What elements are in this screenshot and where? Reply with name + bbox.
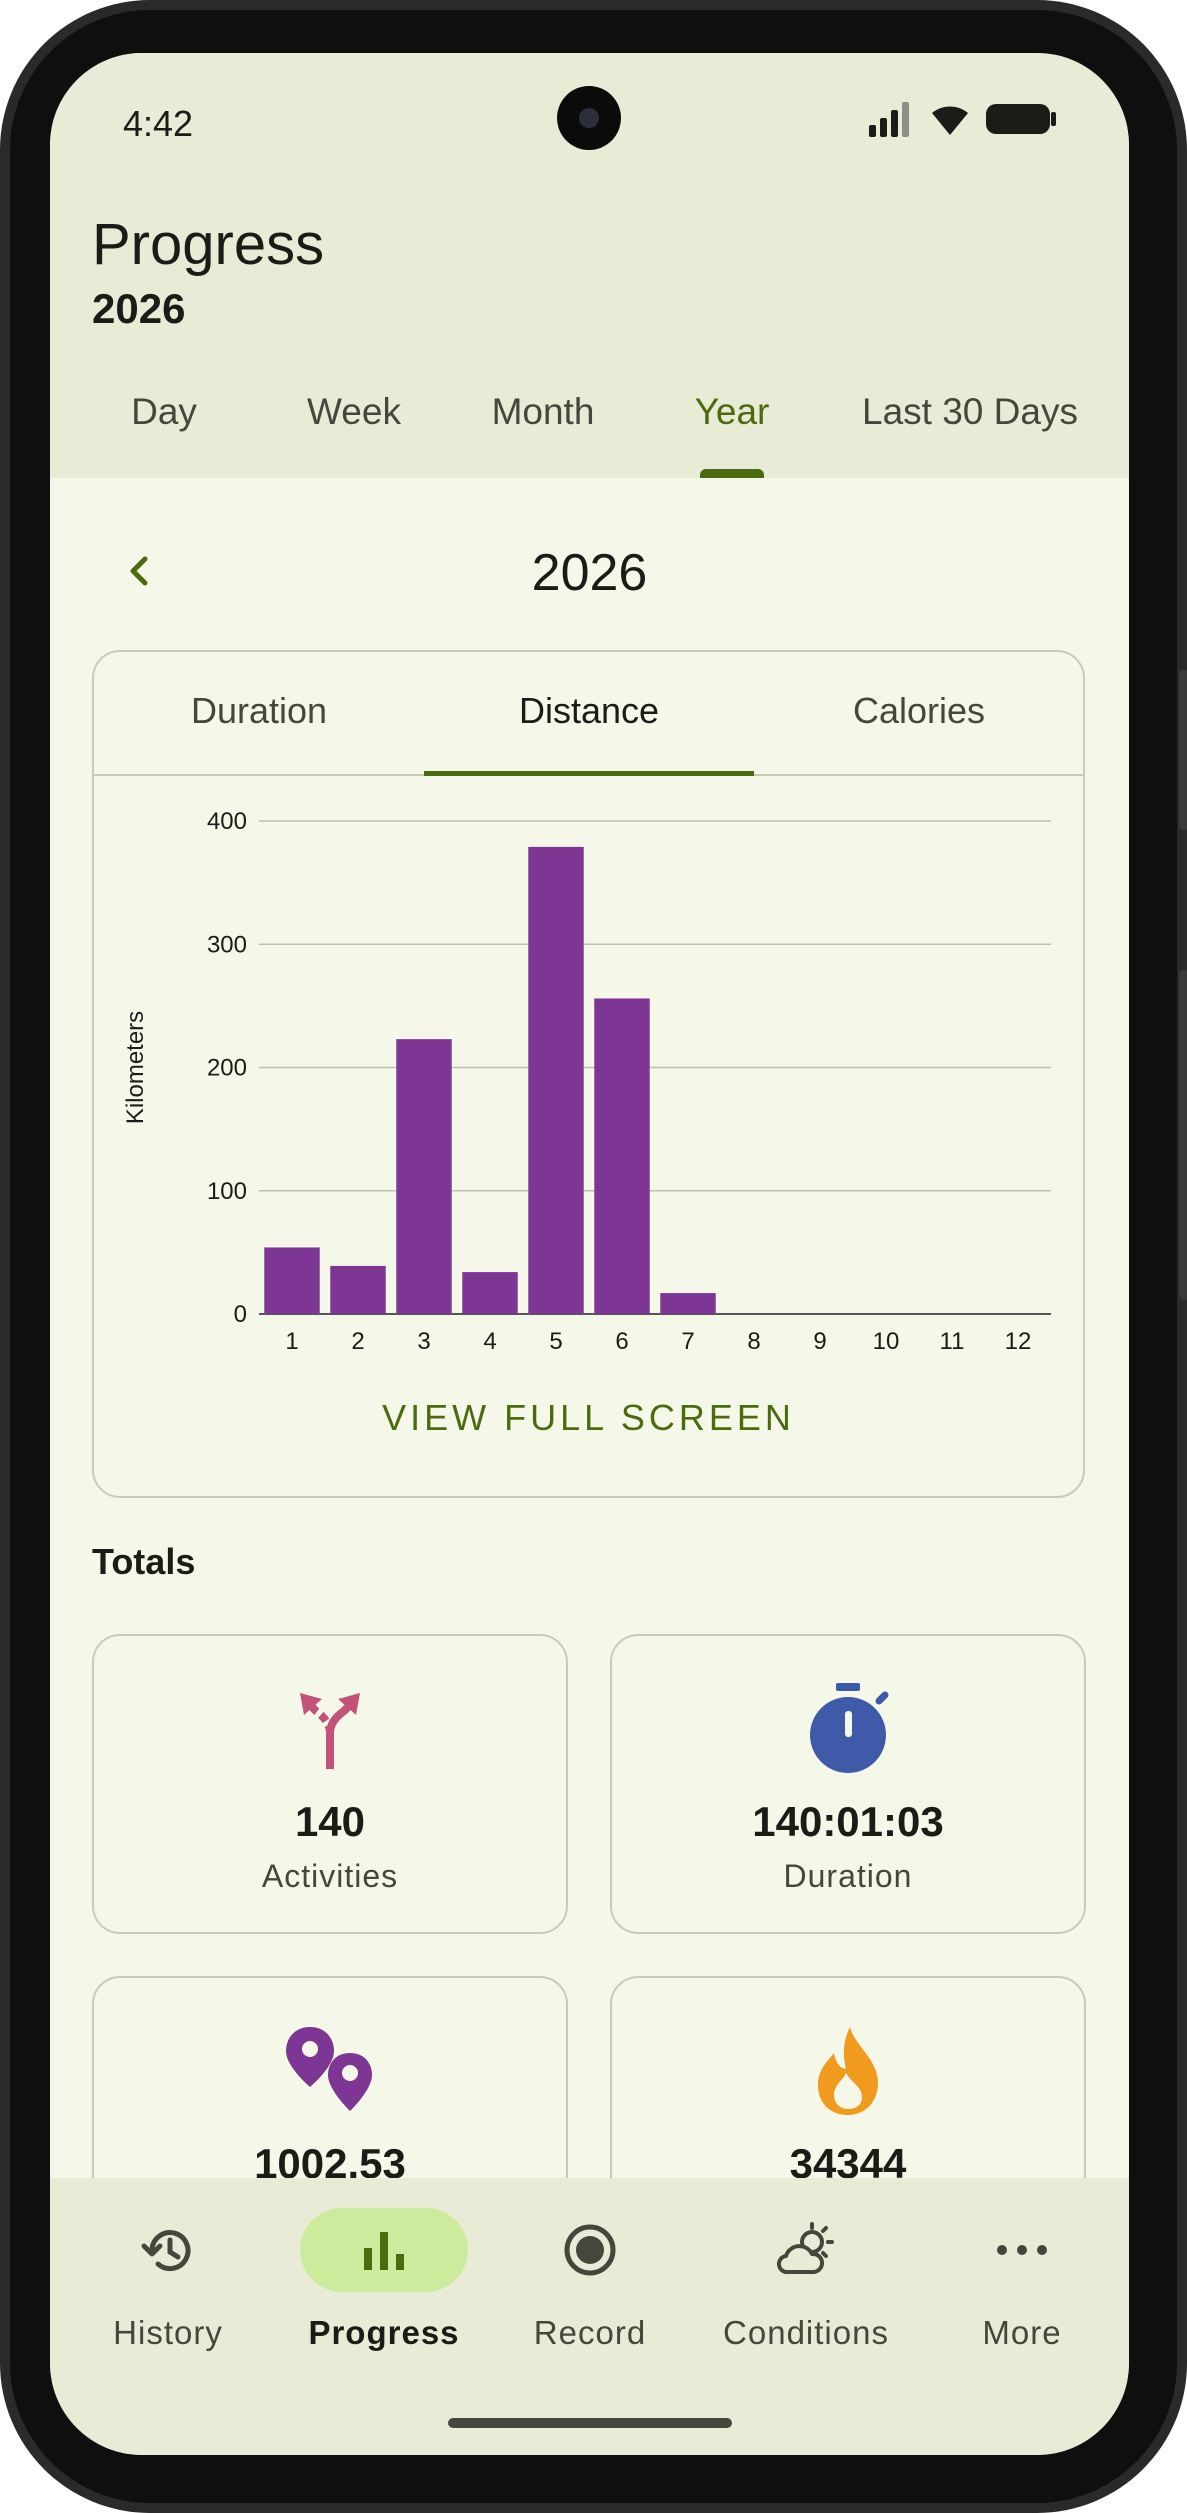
y-tick-label: 200	[207, 1055, 247, 1082]
total-value: 140	[294, 1798, 366, 1845]
bar	[528, 846, 584, 1314]
tab-month[interactable]: Month	[443, 383, 643, 478]
bar	[594, 998, 650, 1314]
total-card-activities: 140 Activities	[92, 1634, 568, 1934]
tab-label: Calories	[852, 690, 986, 731]
tab-label: Day	[131, 391, 197, 432]
bar	[660, 1293, 716, 1314]
nav-label: More	[982, 2314, 1062, 2351]
selected-year: 2026	[531, 544, 648, 602]
bar	[330, 1265, 386, 1314]
power-button	[1179, 970, 1187, 1300]
distance-bar-chart: 0100200300400Kilometers1 2 3 4 5 6 7 8 9 10 11 12	[122, 808, 1051, 1355]
stopwatch-icon	[810, 1683, 889, 1773]
y-tick-label: 100	[207, 1178, 247, 1205]
status-icons	[867, 101, 1057, 137]
y-tick-label: 0	[234, 1301, 247, 1328]
tab-label: Last 30 Days	[862, 391, 1078, 432]
partly-sunny-icon	[776, 2222, 834, 2275]
nav-label: Record	[533, 2314, 647, 2351]
x-tick-label: 11	[940, 1328, 965, 1355]
nav-record[interactable]: Record	[482, 2208, 698, 2368]
x-tick-label: 3	[417, 1328, 430, 1355]
tab-last-30-days[interactable]: Last 30 Days	[835, 383, 1105, 478]
x-tick-label: 5	[549, 1328, 562, 1355]
home-indicator[interactable]	[448, 2418, 732, 2428]
tab-indicator	[700, 469, 764, 478]
x-tick-label: 7	[681, 1328, 694, 1355]
bar	[264, 1247, 320, 1314]
nav-history[interactable]: History	[60, 2208, 276, 2368]
chart-card: Duration Distance Calories 0 100 200 300 400…	[92, 650, 1085, 1498]
battery-icon	[986, 104, 1056, 134]
nav-label: Conditions	[723, 2314, 889, 2351]
signal-icon	[869, 102, 909, 137]
location-pins-icon	[286, 2027, 372, 2111]
total-label: Duration	[783, 1858, 913, 1894]
tab-year[interactable]: Year	[632, 383, 832, 478]
total-value: 140:01:03	[752, 1798, 944, 1845]
x-tick-label: 4	[483, 1328, 496, 1355]
tab-label: Month	[491, 391, 595, 432]
record-icon	[564, 2224, 616, 2276]
y-tick-label: 400	[207, 808, 247, 835]
history-icon	[141, 2230, 191, 2272]
camera-cutout	[557, 86, 621, 150]
x-tick-label: 9	[813, 1328, 826, 1355]
bar	[396, 1039, 452, 1314]
nav-label: Progress	[308, 2314, 460, 2351]
phone-frame: 4:42 Progress 2026 Day Week Month Year L…	[0, 0, 1187, 2513]
more-dots-icon	[997, 2245, 1047, 2255]
bar-chart-icon	[364, 2232, 404, 2270]
page-title: Progress	[92, 212, 325, 277]
app-header: 4:42 Progress 2026 Day Week Month Year L…	[50, 53, 1129, 478]
tab-distance[interactable]: Distance	[424, 652, 754, 776]
tab-day[interactable]: Day	[64, 383, 264, 478]
tab-label: Year	[694, 391, 770, 432]
nav-conditions[interactable]: Conditions	[698, 2208, 914, 2368]
x-tick-label: 1	[285, 1328, 298, 1355]
wifi-icon	[932, 106, 968, 135]
y-tick-label: 300	[207, 931, 247, 958]
status-time: 4:42	[123, 103, 194, 144]
totals-heading: Totals	[92, 1541, 196, 1582]
total-card-duration: 140:01:03 Duration	[610, 1634, 1086, 1934]
bottom-navigation: History Progress Record Conditions More	[50, 2178, 1129, 2455]
year-selector: 2026	[50, 531, 1129, 611]
split-arrows-icon	[300, 1693, 360, 1769]
page-subtitle: 2026	[92, 285, 186, 332]
tab-week[interactable]: Week	[254, 383, 454, 478]
x-tick-label: 6	[615, 1328, 628, 1355]
total-label: Activities	[261, 1858, 399, 1894]
x-tick-label: 2	[351, 1328, 364, 1355]
tab-label: Distance	[518, 690, 660, 731]
chart-metric-tabs: Duration Distance Calories	[94, 652, 1083, 776]
tab-calories[interactable]: Calories	[754, 652, 1083, 774]
volume-button	[1179, 670, 1187, 830]
tab-duration[interactable]: Duration	[94, 652, 424, 774]
view-full-screen-button[interactable]: VIEW FULL SCREEN	[94, 1397, 1083, 1439]
period-tabs: Day Week Month Year Last 30 Days	[50, 383, 1129, 478]
y-axis-label: Kilometers	[122, 1011, 149, 1124]
nav-progress[interactable]: Progress	[276, 2208, 492, 2368]
tab-label: Duration	[190, 690, 328, 731]
nav-label: History	[113, 2314, 223, 2351]
x-tick-label: 8	[747, 1328, 760, 1355]
flame-icon	[818, 2027, 878, 2115]
x-tick-label: 12	[1005, 1328, 1032, 1355]
x-tick-label: 10	[873, 1328, 900, 1355]
nav-more[interactable]: More	[914, 2208, 1129, 2368]
nav-active-pill	[300, 2208, 468, 2292]
screen: 4:42 Progress 2026 Day Week Month Year L…	[50, 53, 1129, 2455]
tab-label: Week	[307, 391, 401, 432]
bar	[462, 1272, 518, 1314]
